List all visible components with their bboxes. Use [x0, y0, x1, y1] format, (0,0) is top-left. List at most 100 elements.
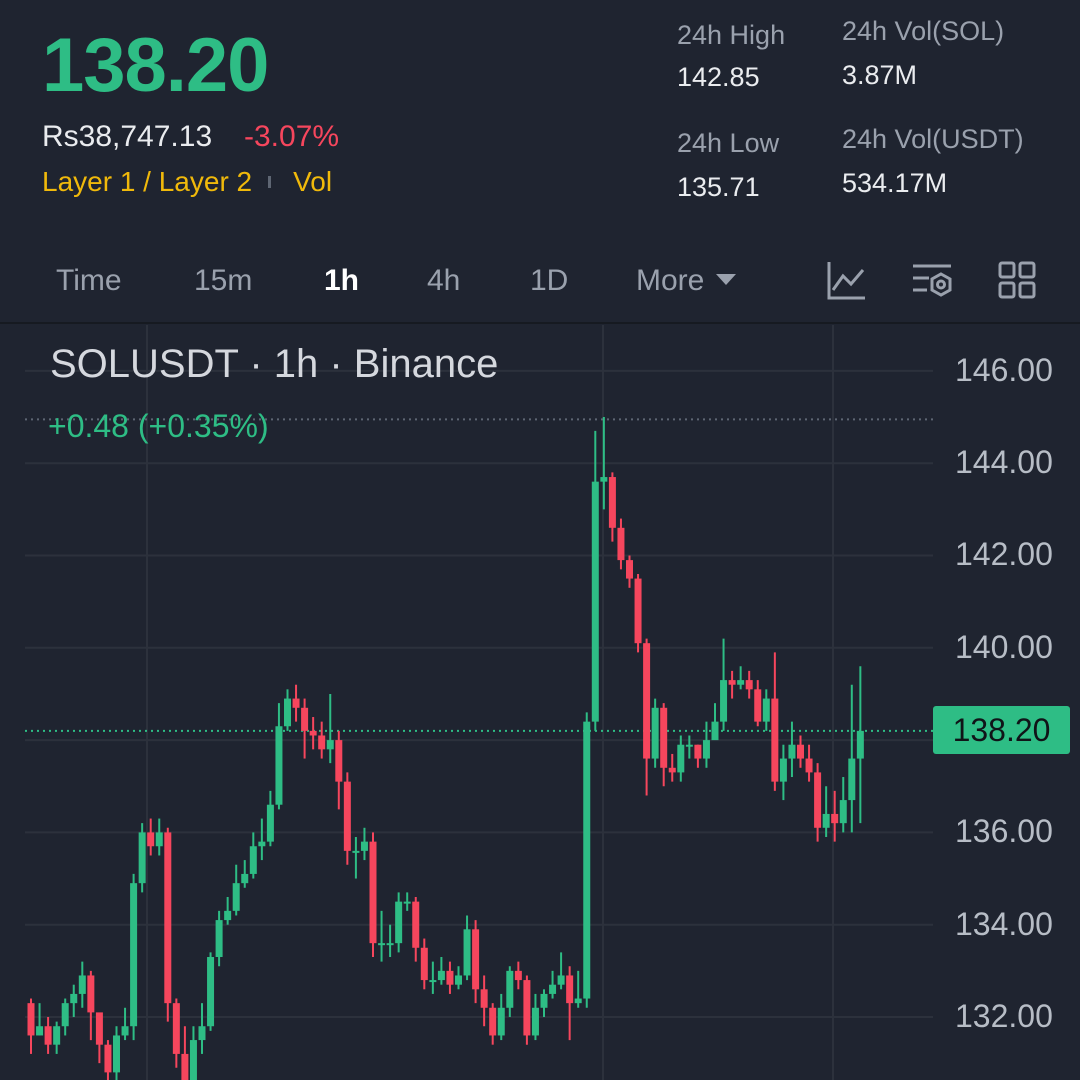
- y-tick: 136.00: [955, 813, 1053, 849]
- candle-up: [600, 477, 608, 482]
- candle-up: [284, 698, 291, 727]
- candle-up: [360, 841, 368, 851]
- candle-up: [138, 832, 146, 884]
- candle-up: [395, 901, 403, 944]
- y-tick: 140.00: [955, 629, 1053, 665]
- tag-separator: [268, 176, 272, 188]
- candle-down: [805, 758, 813, 773]
- low-value: 135.71: [677, 172, 760, 202]
- candle-down: [172, 1003, 180, 1054]
- caret-down-icon: [716, 273, 737, 285]
- timeframe-4h[interactable]: 4h: [427, 264, 460, 298]
- last-price: 138.20: [42, 23, 269, 108]
- candle-up: [779, 758, 787, 782]
- candle-up: [702, 740, 710, 759]
- header-divider: [0, 322, 1080, 324]
- chart-title: SOLUSDT · 1h · Binance: [50, 342, 499, 386]
- chart-settings-icon[interactable]: [911, 258, 955, 302]
- candle-up: [574, 998, 582, 1004]
- candle-up: [549, 984, 557, 994]
- candle-up: [232, 883, 240, 911]
- timeframe-time[interactable]: Time: [56, 264, 122, 298]
- candle-down: [44, 1026, 52, 1045]
- timeframe-1h[interactable]: 1h: [324, 264, 359, 298]
- candle-up: [557, 975, 565, 985]
- candle-up: [207, 957, 215, 1027]
- vol-base-label: 24h Vol(SOL): [842, 16, 1005, 46]
- y-tick: 134.00: [955, 906, 1053, 942]
- candle-down: [617, 527, 625, 561]
- candle-up: [352, 850, 360, 853]
- candle-down: [480, 989, 488, 1008]
- vol-base-value: 3.87M: [842, 60, 918, 90]
- candle-down: [771, 698, 779, 782]
- candle-down: [164, 832, 172, 1004]
- candle-up: [583, 721, 591, 999]
- candle-up: [429, 980, 437, 983]
- candle-up: [531, 1007, 539, 1036]
- high-label: 24h High: [677, 20, 786, 50]
- candle-up: [53, 1026, 61, 1045]
- candle-down: [309, 730, 317, 736]
- candle-down: [87, 975, 95, 1013]
- candle-up: [378, 943, 386, 946]
- candle-up: [737, 680, 745, 685]
- candle-up: [711, 721, 719, 741]
- candle-down: [181, 1053, 189, 1080]
- candle-up: [497, 1007, 505, 1036]
- candle-up: [685, 744, 693, 747]
- current-price-tag: 138.20: [933, 706, 1070, 754]
- vol-quote-label: 24h Vol(USDT): [842, 124, 1024, 154]
- candle-up: [241, 873, 249, 884]
- indicator-chart-icon[interactable]: [825, 258, 869, 302]
- candle-up: [258, 841, 266, 847]
- candle-down: [797, 744, 804, 759]
- timeframe-more[interactable]: More: [636, 264, 737, 298]
- fiat-price: Rs38,747.13: [42, 120, 213, 153]
- candle-up: [113, 1035, 120, 1073]
- candle-up: [78, 975, 86, 994]
- candle-up: [677, 744, 685, 773]
- candle-up: [848, 758, 856, 801]
- more-label: More: [636, 264, 705, 297]
- timeframe-15m[interactable]: 15m: [194, 264, 252, 298]
- candle-down: [608, 477, 616, 528]
- candle-up: [822, 813, 830, 828]
- candle-down: [301, 707, 309, 731]
- candle-up: [155, 832, 163, 847]
- candle-down: [343, 781, 351, 851]
- candle-up: [437, 970, 445, 981]
- candle-down: [292, 698, 300, 708]
- candle-up: [275, 726, 283, 805]
- candle-up: [591, 481, 599, 722]
- candle-down: [754, 689, 762, 722]
- candle-down: [369, 841, 377, 944]
- candle-down: [668, 767, 676, 773]
- candle-up: [249, 846, 257, 874]
- vol-quote-value: 534.17M: [842, 168, 948, 198]
- candle-up: [540, 993, 548, 1008]
- candle-up: [839, 800, 847, 824]
- candle-down: [514, 970, 522, 981]
- change-percent: -3.07%: [244, 120, 340, 153]
- candle-up: [506, 970, 514, 1008]
- chart-reference-lines: [25, 418, 933, 732]
- candle-up: [762, 698, 770, 722]
- candle-up: [651, 707, 659, 759]
- y-tick: 144.00: [955, 444, 1053, 480]
- y-tick: 142.00: [955, 536, 1053, 572]
- candle-down: [814, 772, 822, 828]
- timeframe-1d[interactable]: 1D: [530, 264, 568, 298]
- candle-up: [70, 993, 78, 1004]
- layout-grid-icon[interactable]: [995, 258, 1039, 302]
- vol-tag[interactable]: Vol: [293, 166, 332, 198]
- candle-down: [412, 901, 420, 948]
- candle-up: [130, 883, 138, 1027]
- candle-series: [27, 417, 864, 1080]
- candle-down: [446, 970, 454, 985]
- tag-row: Layer 1 / Layer 2 Vol: [42, 166, 332, 198]
- category-tag[interactable]: Layer 1 / Layer 2: [42, 166, 252, 198]
- candle-up: [463, 929, 471, 976]
- candle-up: [198, 1026, 206, 1041]
- candle-down: [318, 735, 326, 750]
